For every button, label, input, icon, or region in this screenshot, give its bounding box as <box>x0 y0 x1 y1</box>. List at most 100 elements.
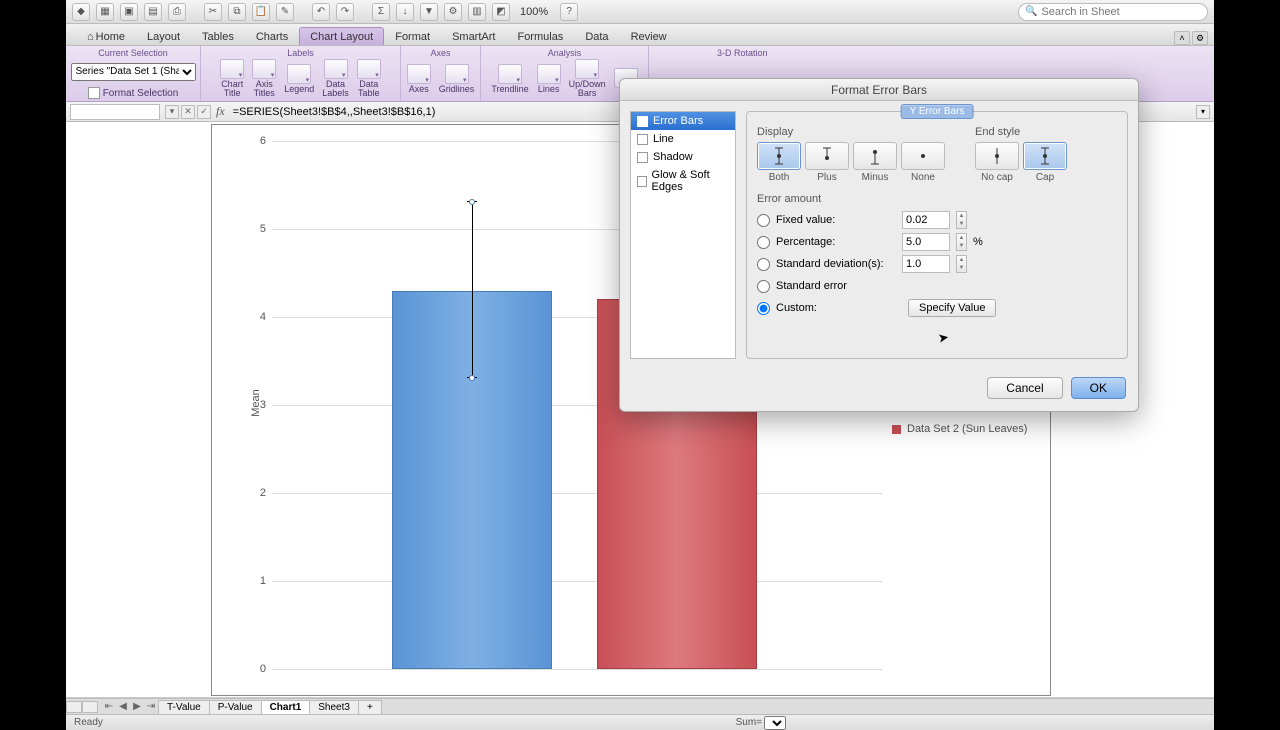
copy-icon[interactable]: ⧉ <box>228 3 246 21</box>
data-table-button[interactable]: Data Table <box>354 58 384 99</box>
redo-icon[interactable]: ↷ <box>336 3 354 21</box>
lines-button[interactable]: Lines <box>534 63 564 95</box>
status-sum-dropdown[interactable] <box>764 716 786 730</box>
data-labels-button[interactable]: Data Labels <box>319 58 352 99</box>
radio-custom[interactable] <box>757 302 770 315</box>
tab-formulas[interactable]: Formulas <box>506 27 574 45</box>
tab-review[interactable]: Review <box>620 27 678 45</box>
new-icon[interactable]: ▦ <box>96 3 114 21</box>
paste-icon[interactable]: 📋 <box>252 3 270 21</box>
y-error-bars-tab[interactable]: Y Error Bars <box>901 104 974 119</box>
sidebar-item-glow[interactable]: Glow & Soft Edges <box>631 166 735 196</box>
help-icon[interactable]: ? <box>560 3 578 21</box>
cancel-button[interactable]: Cancel <box>987 377 1062 399</box>
add-sheet-button[interactable]: + <box>358 700 382 714</box>
chart-title-button[interactable]: Chart Title <box>217 58 247 99</box>
fx-icon[interactable]: fx <box>216 104 225 119</box>
sidebar-item-line[interactable]: Line <box>631 130 735 148</box>
sheet-tab-pvalue[interactable]: P-Value <box>209 700 262 714</box>
minus-icon <box>860 146 890 166</box>
undo-icon[interactable]: ↶ <box>312 3 330 21</box>
view-normal-icon[interactable] <box>66 701 82 713</box>
tab-tables[interactable]: Tables <box>191 27 245 45</box>
tab-nav-last-icon[interactable]: ⇥ <box>144 700 158 714</box>
axis-titles-button[interactable]: Axis Titles <box>249 58 279 99</box>
ribbon-settings-icon[interactable]: ⚙ <box>1192 31 1208 45</box>
row-std-error: Standard error <box>757 275 1117 297</box>
filter-icon[interactable]: ▼ <box>420 3 438 21</box>
toolbox-icon[interactable]: ⚙ <box>444 3 462 21</box>
sort-icon[interactable]: ↓ <box>396 3 414 21</box>
tab-chart-layout[interactable]: Chart Layout <box>299 27 384 45</box>
display-minus-button[interactable]: Minus <box>853 142 897 183</box>
specify-value-button[interactable]: Specify Value <box>908 299 996 317</box>
search-box[interactable]: 🔍 <box>1018 3 1208 21</box>
zoom-level[interactable]: 100% <box>520 6 548 18</box>
tab-layout[interactable]: Layout <box>136 27 191 45</box>
autosum-icon[interactable]: Σ <box>372 3 390 21</box>
display-both-button[interactable]: Both <box>757 142 801 183</box>
cancel-formula-icon[interactable]: ✕ <box>181 105 195 119</box>
tab-nav-next-icon[interactable]: ▶ <box>130 700 144 714</box>
trendline-button[interactable]: Trendline <box>488 63 531 95</box>
name-box[interactable] <box>70 104 160 120</box>
chart-icon[interactable]: ▥ <box>468 3 486 21</box>
chart-element-selector[interactable]: Series "Data Set 1 (Shad… <box>71 63 196 81</box>
radio-std-error[interactable] <box>757 280 770 293</box>
spinner-std-dev[interactable]: ▲▼ <box>956 255 967 273</box>
dialog-title: Format Error Bars <box>620 79 1138 101</box>
sidebar-item-error-bars[interactable]: Error Bars <box>631 112 735 130</box>
tab-home[interactable]: ⌂Home <box>76 27 136 45</box>
format-selection-button[interactable]: Format Selection <box>88 87 179 99</box>
media-icon[interactable]: ◩ <box>492 3 510 21</box>
search-input[interactable] <box>1041 6 1191 18</box>
radio-percentage[interactable] <box>757 236 770 249</box>
endstyle-cap-button[interactable]: Cap <box>1023 142 1067 183</box>
legend-entry-2[interactable]: Data Set 2 (Sun Leaves) <box>892 423 1027 435</box>
save-icon[interactable]: ▤ <box>144 3 162 21</box>
endstyle-nocap-button[interactable]: No cap <box>975 142 1019 183</box>
tab-smartart[interactable]: SmartArt <box>441 27 506 45</box>
cut-icon[interactable]: ✂ <box>204 3 222 21</box>
formula-expand-icon[interactable]: ▾ <box>1196 105 1210 119</box>
error-bar-line[interactable] <box>472 202 473 378</box>
axes-button[interactable]: Axes <box>404 63 434 95</box>
tab-nav-prev-icon[interactable]: ◀ <box>116 700 130 714</box>
gridlines-button[interactable]: Gridlines <box>436 63 478 95</box>
label-custom: Custom: <box>776 302 896 314</box>
input-fixed-value[interactable] <box>902 211 950 229</box>
status-sum[interactable]: Sum= <box>736 716 786 730</box>
apple-icon[interactable]: ◆ <box>72 3 90 21</box>
radio-std-dev[interactable] <box>757 258 770 271</box>
sheet-tab-chart1[interactable]: Chart1 <box>261 700 311 714</box>
tab-data[interactable]: Data <box>574 27 619 45</box>
updown-bars-button[interactable]: Up/Down Bars <box>566 58 609 99</box>
format-painter-icon[interactable]: ✎ <box>276 3 294 21</box>
sheet-tab-sheet3[interactable]: Sheet3 <box>309 700 359 714</box>
bar-series-1[interactable] <box>392 291 552 669</box>
error-bar-handle-bottom[interactable] <box>469 375 475 381</box>
error-amount-header: Error amount <box>757 193 1117 205</box>
input-std-dev[interactable] <box>902 255 950 273</box>
namebox-dropdown-icon[interactable]: ▾ <box>165 105 179 119</box>
ok-button[interactable]: OK <box>1071 377 1126 399</box>
tab-nav-first-icon[interactable]: ⇤ <box>102 700 116 714</box>
sheet-tab-tvalue[interactable]: T-Value <box>158 700 210 714</box>
display-plus-button[interactable]: Plus <box>805 142 849 183</box>
tab-format[interactable]: Format <box>384 27 441 45</box>
print-icon[interactable]: ⎙ <box>168 3 186 21</box>
input-percentage[interactable] <box>902 233 950 251</box>
display-none-button[interactable]: None <box>901 142 945 183</box>
accept-formula-icon[interactable]: ✓ <box>197 105 211 119</box>
view-layout-icon[interactable] <box>82 701 98 713</box>
error-bar-handle-top[interactable] <box>469 199 475 205</box>
spinner-fixed-value[interactable]: ▲▼ <box>956 211 967 229</box>
tab-charts[interactable]: Charts <box>245 27 299 45</box>
ribbon-collapse-icon[interactable]: ˄ <box>1174 31 1190 45</box>
sidebar-item-shadow[interactable]: Shadow <box>631 148 735 166</box>
legend-button[interactable]: Legend <box>281 63 317 95</box>
radio-fixed-value[interactable] <box>757 214 770 227</box>
format-error-bars-dialog: Format Error Bars Error Bars Line Shadow… <box>619 78 1139 412</box>
open-icon[interactable]: ▣ <box>120 3 138 21</box>
spinner-percentage[interactable]: ▲▼ <box>956 233 967 251</box>
